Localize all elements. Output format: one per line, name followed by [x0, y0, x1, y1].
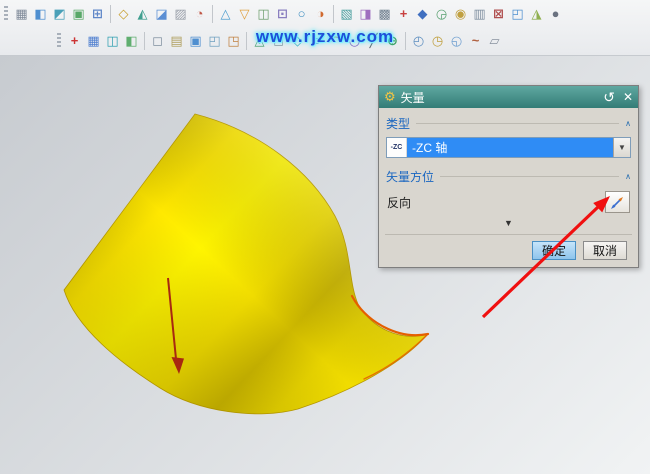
- vector-type-dropdown[interactable]: -ZC -ZC 轴 ▼: [386, 137, 631, 158]
- toolbar-icon[interactable]: ◪: [152, 4, 171, 24]
- toolbar-icon[interactable]: ○: [292, 4, 311, 24]
- sheet-surface-shading: [64, 114, 428, 414]
- toolbar-icon[interactable]: ▨: [171, 4, 190, 24]
- reverse-direction-label: 反向: [387, 194, 411, 211]
- toolbar-icon[interactable]: ~: [466, 31, 485, 51]
- toolbar-icon[interactable]: ◑: [311, 4, 330, 24]
- toolbar-icon[interactable]: ⊞: [88, 4, 107, 24]
- toolbar-icon[interactable]: ▦: [12, 4, 31, 24]
- toolbar-icon[interactable]: ◵: [447, 31, 466, 51]
- toolbar-icon[interactable]: ◉: [451, 4, 470, 24]
- expand-more-icon[interactable]: ▼: [385, 215, 632, 232]
- toolbar-icon[interactable]: ◔: [190, 4, 209, 24]
- toolbar-icon[interactable]: ◷: [428, 31, 447, 51]
- dialog-button-row: 确定 取消: [385, 234, 632, 267]
- toolbar-icon[interactable]: ◭: [133, 4, 152, 24]
- toolbar-icon[interactable]: +: [65, 31, 84, 51]
- toolbar-separator: [144, 32, 145, 50]
- toolbar-icon[interactable]: ▣: [69, 4, 88, 24]
- reverse-direction-row: 反向: [387, 191, 630, 213]
- toolbar-icon[interactable]: ▣: [186, 31, 205, 51]
- type-section-label: 类型: [386, 115, 410, 132]
- toolbar-icon[interactable]: ◨: [356, 4, 375, 24]
- orientation-section-header: 矢量方位 ∧: [385, 164, 632, 187]
- collapse-chevron-icon[interactable]: ∧: [625, 119, 631, 128]
- toolbar-icon[interactable]: ◶: [432, 4, 451, 24]
- toolbar-separator: [405, 32, 406, 50]
- reverse-direction-button[interactable]: [605, 191, 630, 213]
- zc-axis-icon: -ZC: [387, 138, 407, 157]
- toolbar-icon[interactable]: ▧: [337, 4, 356, 24]
- collapse-chevron-icon[interactable]: ∧: [625, 172, 631, 181]
- dialog-body: 类型 ∧ -ZC -ZC 轴 ▼ 矢量方位 ∧ 反向 ▼: [379, 108, 638, 267]
- toolbar-icon[interactable]: ◰: [205, 31, 224, 51]
- toolbar-icon[interactable]: ▱: [485, 31, 504, 51]
- reverse-direction-icon: [610, 195, 625, 210]
- toolbar-icon[interactable]: ◳: [224, 31, 243, 51]
- gear-icon: ⚙: [384, 89, 396, 105]
- toolbar-icon[interactable]: ◆: [413, 4, 432, 24]
- toolbar-icon[interactable]: ◻: [148, 31, 167, 51]
- toolbar-icon[interactable]: +: [394, 4, 413, 24]
- toolbar-row-1: ▦◧◩▣⊞ ◇◭◪▨◔ △▽◫⊡○◑ ▧◨▩+◆◶◉▥⊠◰◮●: [0, 0, 650, 27]
- type-section-header: 类型 ∧: [385, 111, 632, 134]
- toolbar-separator: [333, 5, 334, 23]
- toolbar-icon[interactable]: ◰: [508, 4, 527, 24]
- section-divider: [440, 176, 619, 177]
- dropdown-arrow-icon[interactable]: ▼: [613, 138, 630, 157]
- watermark-text: www.rjzxw.com: [256, 27, 394, 47]
- close-icon[interactable]: ✕: [623, 90, 633, 104]
- toolbar-grip[interactable]: [4, 6, 8, 22]
- toolbar-icon[interactable]: ◧: [122, 31, 141, 51]
- cancel-button[interactable]: 取消: [583, 241, 627, 260]
- toolbar-icon[interactable]: ◫: [103, 31, 122, 51]
- toolbar-icon[interactable]: ◫: [254, 4, 273, 24]
- toolbar-icon[interactable]: ●: [546, 4, 565, 24]
- vector-dialog: ⚙ 矢量 ↺ ✕ 类型 ∧ -ZC -ZC 轴 ▼ 矢量方位 ∧ 反向: [378, 85, 639, 268]
- toolbar-icon[interactable]: ◴: [409, 31, 428, 51]
- dialog-title: 矢量: [401, 89, 604, 106]
- ok-button[interactable]: 确定: [532, 241, 576, 260]
- toolbar-icon[interactable]: ⊡: [273, 4, 292, 24]
- vector-type-selected-value: -ZC 轴: [407, 138, 613, 157]
- orientation-section-label: 矢量方位: [386, 168, 434, 185]
- toolbar-icon[interactable]: ▤: [167, 31, 186, 51]
- toolbar-icon[interactable]: ▽: [235, 4, 254, 24]
- toolbar-icon[interactable]: ◧: [31, 4, 50, 24]
- toolbar-icon[interactable]: △: [216, 4, 235, 24]
- toolbar-icon[interactable]: ▩: [375, 4, 394, 24]
- toolbar-separator: [212, 5, 213, 23]
- dialog-titlebar[interactable]: ⚙ 矢量 ↺ ✕: [379, 86, 638, 108]
- toolbar-icon[interactable]: ◇: [114, 4, 133, 24]
- toolbar-icon[interactable]: ▥: [470, 4, 489, 24]
- section-divider: [416, 123, 619, 124]
- toolbar-icon[interactable]: ⊠: [489, 4, 508, 24]
- toolbar-separator: [110, 5, 111, 23]
- toolbar-icon[interactable]: ◩: [50, 4, 69, 24]
- toolbar-grip[interactable]: [57, 33, 61, 49]
- reset-icon[interactable]: ↺: [603, 89, 615, 106]
- toolbar-icon[interactable]: ▦: [84, 31, 103, 51]
- toolbar-icon[interactable]: ◮: [527, 4, 546, 24]
- application-window: { "watermark": "www.rjzxw.com", "toolbar…: [0, 0, 650, 474]
- toolbar-separator: [246, 32, 247, 50]
